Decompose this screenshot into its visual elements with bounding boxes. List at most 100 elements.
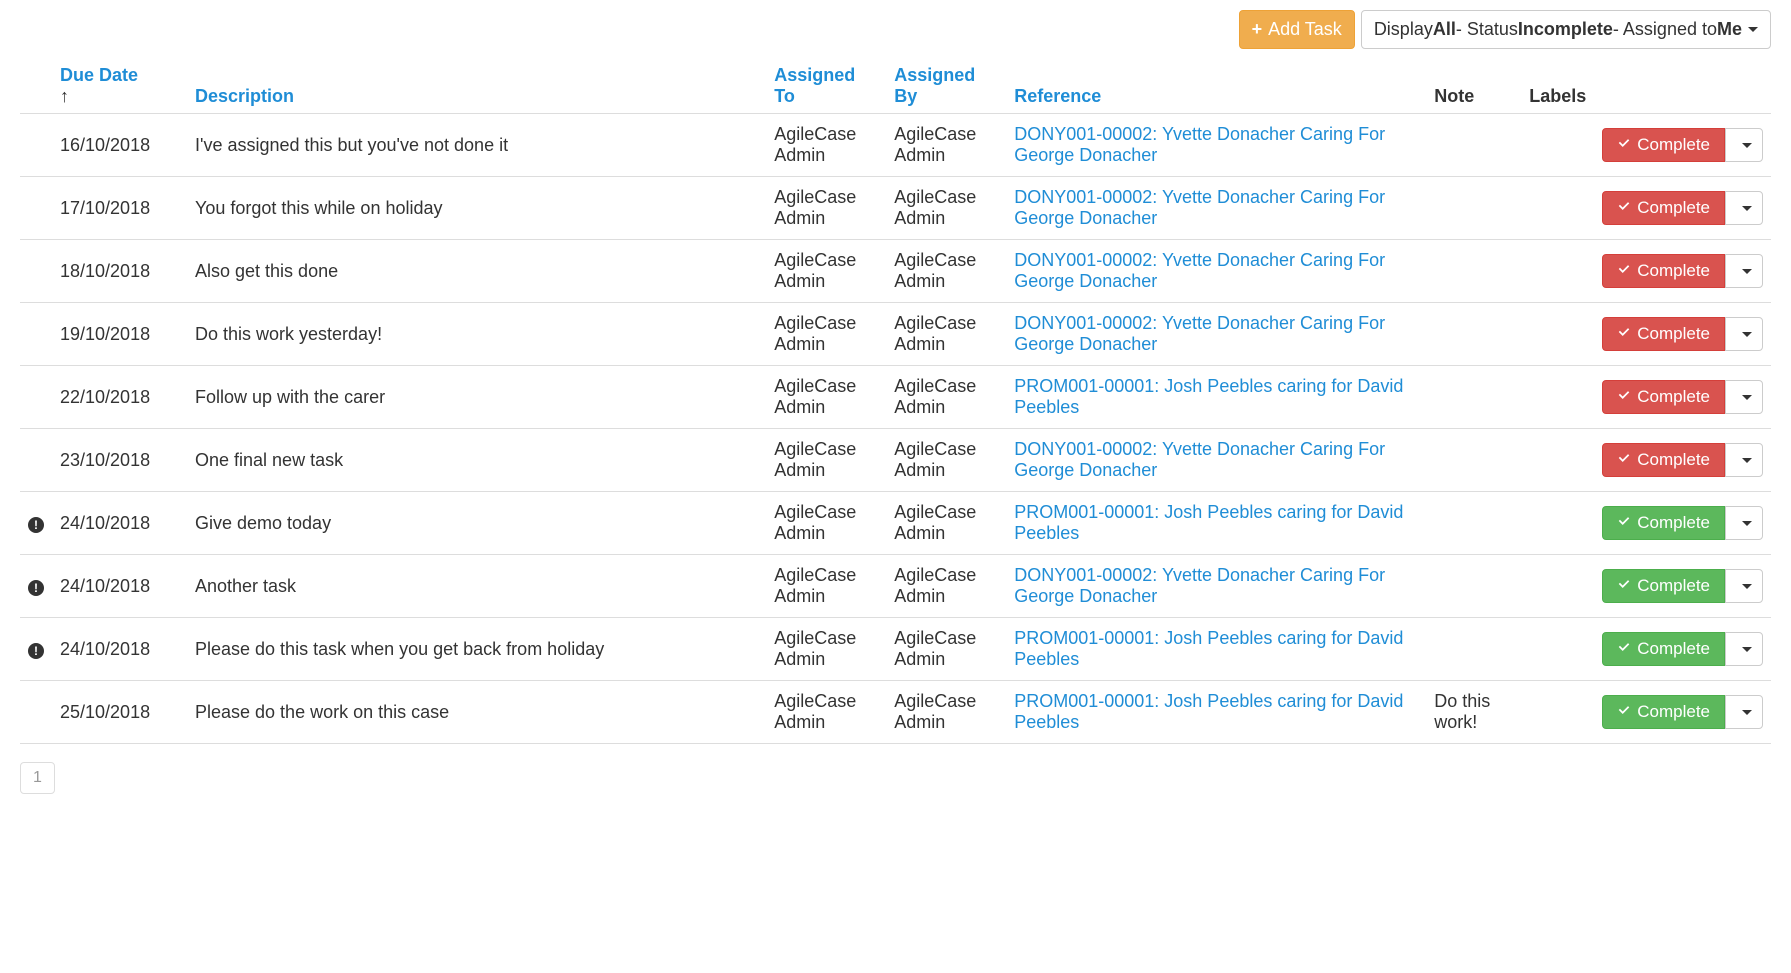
complete-button[interactable]: Complete	[1602, 254, 1725, 288]
chevron-down-icon	[1748, 27, 1758, 32]
col-assigned-by[interactable]: Assigned By	[894, 65, 975, 106]
add-task-label: Add Task	[1268, 17, 1342, 42]
cell-note	[1426, 114, 1521, 177]
reference-link[interactable]: PROM001-00001: Josh Peebles caring for D…	[1014, 691, 1403, 732]
chevron-down-icon	[1742, 584, 1752, 589]
reference-link[interactable]: PROM001-00001: Josh Peebles caring for D…	[1014, 628, 1403, 669]
complete-dropdown[interactable]	[1725, 254, 1763, 288]
complete-dropdown[interactable]	[1725, 317, 1763, 351]
cell-note	[1426, 366, 1521, 429]
cell-labels	[1521, 114, 1594, 177]
chevron-down-icon	[1742, 710, 1752, 715]
complete-dropdown[interactable]	[1725, 569, 1763, 603]
cell-due: 22/10/2018	[52, 366, 187, 429]
cell-due: 17/10/2018	[52, 177, 187, 240]
add-task-button[interactable]: + Add Task	[1239, 10, 1355, 49]
page-button[interactable]: 1	[20, 762, 55, 794]
check-icon	[1617, 324, 1631, 344]
check-icon	[1617, 702, 1631, 722]
check-icon	[1617, 261, 1631, 281]
filter-dropdown[interactable]: Display All - Status Incomplete - Assign…	[1361, 10, 1771, 49]
reference-link[interactable]: PROM001-00001: Josh Peebles caring for D…	[1014, 376, 1403, 417]
reference-link[interactable]: DONY001-00002: Yvette Donacher Caring Fo…	[1014, 250, 1385, 291]
chevron-down-icon	[1742, 521, 1752, 526]
cell-due: 24/10/2018	[52, 618, 187, 681]
table-row: ! 24/10/2018 Please do this task when yo…	[20, 618, 1771, 681]
cell-labels	[1521, 303, 1594, 366]
chevron-down-icon	[1742, 269, 1752, 274]
complete-dropdown[interactable]	[1725, 632, 1763, 666]
complete-dropdown[interactable]	[1725, 191, 1763, 225]
cell-due: 19/10/2018	[52, 303, 187, 366]
cell-assigned-to: AgileCase Admin	[766, 618, 886, 681]
reference-link[interactable]: PROM001-00001: Josh Peebles caring for D…	[1014, 502, 1403, 543]
complete-dropdown[interactable]	[1725, 506, 1763, 540]
cell-description: Also get this done	[187, 240, 766, 303]
complete-button[interactable]: Complete	[1602, 506, 1725, 540]
complete-button[interactable]: Complete	[1602, 569, 1725, 603]
table-row: 18/10/2018 Also get this done AgileCase …	[20, 240, 1771, 303]
complete-dropdown[interactable]	[1725, 128, 1763, 162]
alert-icon: !	[28, 643, 44, 659]
cell-assigned-by: AgileCase Admin	[886, 303, 1006, 366]
cell-note	[1426, 492, 1521, 555]
cell-assigned-to: AgileCase Admin	[766, 555, 886, 618]
cell-note	[1426, 618, 1521, 681]
check-icon	[1617, 387, 1631, 407]
reference-link[interactable]: DONY001-00002: Yvette Donacher Caring Fo…	[1014, 439, 1385, 480]
cell-labels	[1521, 177, 1594, 240]
cell-assigned-to: AgileCase Admin	[766, 114, 886, 177]
complete-button[interactable]: Complete	[1602, 632, 1725, 666]
table-row: 19/10/2018 Do this work yesterday! Agile…	[20, 303, 1771, 366]
complete-dropdown[interactable]	[1725, 443, 1763, 477]
cell-note	[1426, 303, 1521, 366]
cell-assigned-by: AgileCase Admin	[886, 555, 1006, 618]
reference-link[interactable]: DONY001-00002: Yvette Donacher Caring Fo…	[1014, 565, 1385, 606]
complete-dropdown[interactable]	[1725, 380, 1763, 414]
cell-due: 25/10/2018	[52, 681, 187, 744]
reference-link[interactable]: DONY001-00002: Yvette Donacher Caring Fo…	[1014, 124, 1385, 165]
col-description[interactable]: Description	[195, 86, 294, 106]
cell-labels	[1521, 240, 1594, 303]
check-icon	[1617, 198, 1631, 218]
col-reference[interactable]: Reference	[1014, 86, 1101, 106]
complete-button[interactable]: Complete	[1602, 128, 1725, 162]
cell-assigned-by: AgileCase Admin	[886, 114, 1006, 177]
alert-icon: !	[28, 580, 44, 596]
cell-assigned-by: AgileCase Admin	[886, 366, 1006, 429]
check-icon	[1617, 513, 1631, 533]
chevron-down-icon	[1742, 332, 1752, 337]
cell-note	[1426, 240, 1521, 303]
cell-due: 24/10/2018	[52, 492, 187, 555]
cell-due: 16/10/2018	[52, 114, 187, 177]
table-row: 23/10/2018 One final new task AgileCase …	[20, 429, 1771, 492]
table-row: 25/10/2018 Please do the work on this ca…	[20, 681, 1771, 744]
col-due-date[interactable]: Due Date	[60, 65, 138, 85]
complete-button[interactable]: Complete	[1602, 317, 1725, 351]
complete-button[interactable]: Complete	[1602, 695, 1725, 729]
cell-assigned-by: AgileCase Admin	[886, 492, 1006, 555]
table-row: 22/10/2018 Follow up with the carer Agil…	[20, 366, 1771, 429]
cell-labels	[1521, 366, 1594, 429]
cell-assigned-by: AgileCase Admin	[886, 681, 1006, 744]
cell-due: 24/10/2018	[52, 555, 187, 618]
complete-button[interactable]: Complete	[1602, 380, 1725, 414]
cell-description: Do this work yesterday!	[187, 303, 766, 366]
check-icon	[1617, 639, 1631, 659]
cell-assigned-to: AgileCase Admin	[766, 303, 886, 366]
cell-assigned-to: AgileCase Admin	[766, 177, 886, 240]
reference-link[interactable]: DONY001-00002: Yvette Donacher Caring Fo…	[1014, 313, 1385, 354]
cell-assigned-by: AgileCase Admin	[886, 177, 1006, 240]
cell-labels	[1521, 492, 1594, 555]
reference-link[interactable]: DONY001-00002: Yvette Donacher Caring Fo…	[1014, 187, 1385, 228]
cell-labels	[1521, 681, 1594, 744]
col-assigned-to[interactable]: Assigned To	[774, 65, 855, 106]
chevron-down-icon	[1742, 395, 1752, 400]
complete-button[interactable]: Complete	[1602, 443, 1725, 477]
cell-due: 18/10/2018	[52, 240, 187, 303]
check-icon	[1617, 135, 1631, 155]
complete-dropdown[interactable]	[1725, 695, 1763, 729]
plus-icon: +	[1252, 17, 1263, 42]
cell-description: Please do the work on this case	[187, 681, 766, 744]
complete-button[interactable]: Complete	[1602, 191, 1725, 225]
